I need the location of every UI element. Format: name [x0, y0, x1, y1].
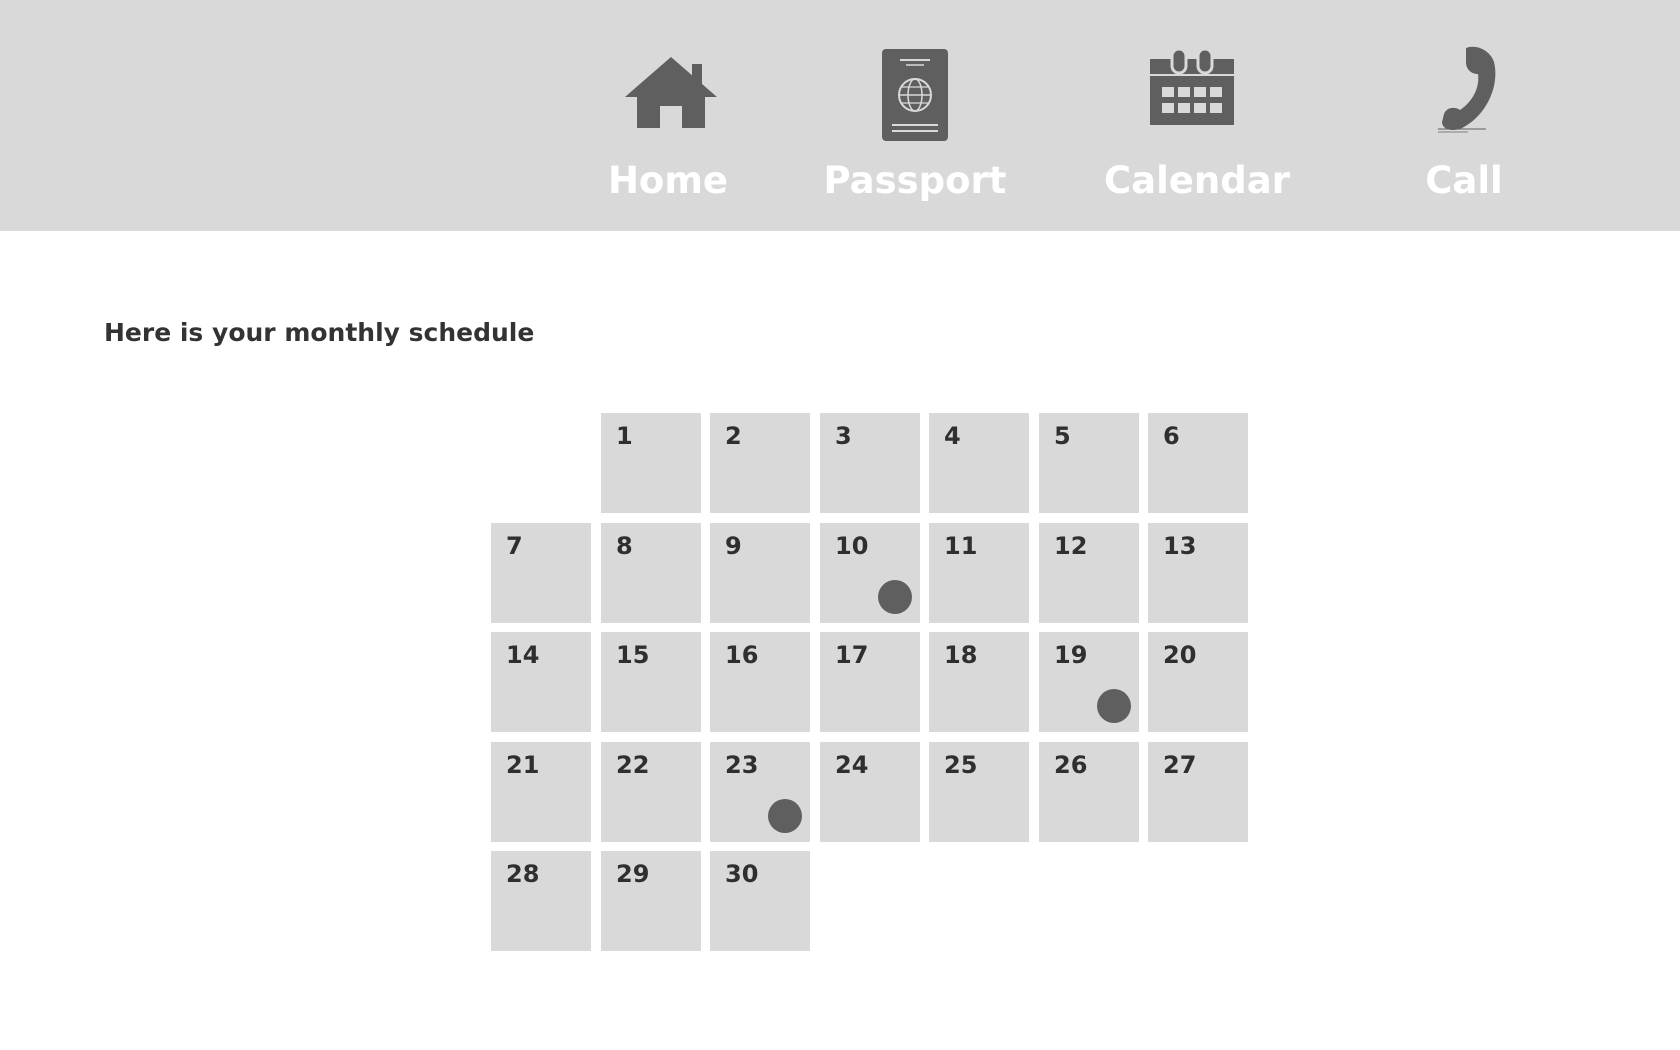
- calendar-day[interactable]: 18: [929, 632, 1029, 732]
- calendar-day[interactable]: 10: [820, 523, 920, 623]
- calendar-day[interactable]: 25: [929, 742, 1029, 842]
- calendar-day[interactable]: 4: [929, 413, 1029, 513]
- event-marker: [1097, 689, 1131, 723]
- calendar-day-number: 5: [1054, 422, 1071, 450]
- calendar-day-number: 14: [506, 641, 540, 669]
- calendar-day[interactable]: 17: [820, 632, 920, 732]
- calendar-day-number: 25: [944, 751, 978, 779]
- calendar-day-number: 7: [506, 532, 523, 560]
- calendar-day[interactable]: 11: [929, 523, 1029, 623]
- calendar-day-number: 27: [1163, 751, 1197, 779]
- calendar-day[interactable]: 19: [1039, 632, 1139, 732]
- calendar-day[interactable]: 16: [710, 632, 810, 732]
- calendar-day[interactable]: 20: [1148, 632, 1248, 732]
- calendar-day[interactable]: 8: [601, 523, 701, 623]
- calendar-day-number: 10: [835, 532, 869, 560]
- calendar-day-number: 28: [506, 860, 540, 888]
- event-marker: [878, 580, 912, 614]
- calendar-day[interactable]: 23: [710, 742, 810, 842]
- calendar-day[interactable]: 30: [710, 851, 810, 951]
- calendar-day[interactable]: 29: [601, 851, 701, 951]
- calendar-day-number: 26: [1054, 751, 1088, 779]
- calendar-day-number: 24: [835, 751, 869, 779]
- calendar-day-number: 30: [725, 860, 759, 888]
- calendar-day[interactable]: 15: [601, 632, 701, 732]
- calendar-day-number: 11: [944, 532, 978, 560]
- calendar-day[interactable]: 22: [601, 742, 701, 842]
- calendar-day-number: 18: [944, 641, 978, 669]
- calendar-day-number: 15: [616, 641, 650, 669]
- calendar-day-number: 16: [725, 641, 759, 669]
- event-marker: [768, 799, 802, 833]
- calendar-day-number: 23: [725, 751, 759, 779]
- calendar-day[interactable]: 26: [1039, 742, 1139, 842]
- calendar-day[interactable]: 3: [820, 413, 920, 513]
- calendar-day-number: 20: [1163, 641, 1197, 669]
- calendar-day[interactable]: 1: [601, 413, 701, 513]
- calendar-day-number: 4: [944, 422, 961, 450]
- calendar-day[interactable]: 24: [820, 742, 920, 842]
- monthly-calendar: 1 2 3 4 5 6 7 8 9 10 11 12 13 14 15 16 17 18 19 20 21 22 23 24 2…: [0, 0, 1680, 1050]
- calendar-day[interactable]: 27: [1148, 742, 1248, 842]
- calendar-day[interactable]: 7: [491, 523, 591, 623]
- calendar-day-number: 9: [725, 532, 742, 560]
- calendar-day[interactable]: 14: [491, 632, 591, 732]
- calendar-day-number: 3: [835, 422, 852, 450]
- calendar-day-number: 6: [1163, 422, 1180, 450]
- calendar-day[interactable]: 2: [710, 413, 810, 513]
- calendar-day-number: 22: [616, 751, 650, 779]
- calendar-day-number: 17: [835, 641, 869, 669]
- calendar-day-number: 8: [616, 532, 633, 560]
- calendar-day-number: 2: [725, 422, 742, 450]
- calendar-day-number: 1: [616, 422, 633, 450]
- calendar-day[interactable]: 12: [1039, 523, 1139, 623]
- calendar-day-number: 19: [1054, 641, 1088, 669]
- calendar-day[interactable]: 21: [491, 742, 591, 842]
- calendar-day[interactable]: 9: [710, 523, 810, 623]
- calendar-day[interactable]: 5: [1039, 413, 1139, 513]
- calendar-day[interactable]: 6: [1148, 413, 1248, 513]
- calendar-day-number: 12: [1054, 532, 1088, 560]
- calendar-day[interactable]: 13: [1148, 523, 1248, 623]
- calendar-day-number: 29: [616, 860, 650, 888]
- calendar-day-number: 13: [1163, 532, 1197, 560]
- calendar-day[interactable]: 28: [491, 851, 591, 951]
- calendar-day-number: 21: [506, 751, 540, 779]
